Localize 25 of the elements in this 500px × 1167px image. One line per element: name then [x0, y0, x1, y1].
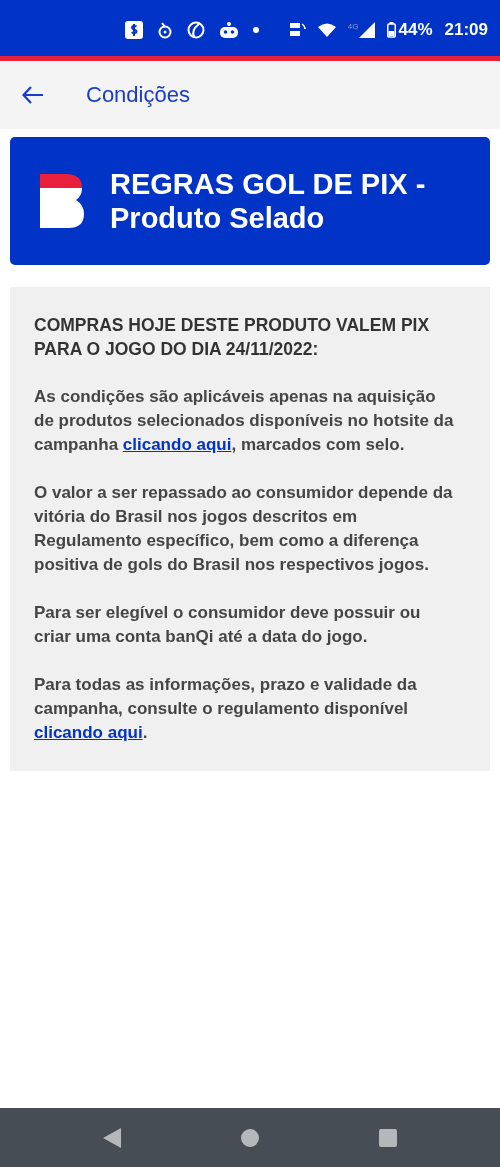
recents-icon[interactable] — [379, 1128, 397, 1147]
info-paragraph: Para ser elegível o consumidor deve possuir ou criar uma conta banQi até a data do jogo. — [34, 602, 422, 648]
clock-time: 21:09 — [444, 20, 488, 40]
dot-icon — [253, 27, 259, 33]
signal-icon — [359, 22, 376, 38]
banner-title: REGRAS GOL DE PIX - Produto Selado — [110, 167, 427, 235]
dollar-icon — [125, 21, 143, 39]
info-paragraph: Para todas as informações, prazo e validade da campanha, consulte o regulamento disponível clicando aqui. — [34, 674, 418, 744]
circle-icon — [187, 21, 205, 39]
robot-icon — [219, 22, 239, 38]
logo-icon — [40, 174, 84, 228]
info-paragraph: As condições são aplicáveis apenas na aquisição de produtos selecionados disponíveis no hotsite da campanha clicando aqui, marcados com selo. — [34, 386, 455, 456]
battery-icon — [387, 22, 397, 38]
link[interactable]: clicando aqui — [34, 723, 143, 742]
back-arrow-icon[interactable] — [22, 86, 44, 104]
swirl-icon — [157, 21, 173, 39]
wifi-icon — [317, 23, 336, 37]
link[interactable]: clicando aqui — [122, 435, 232, 454]
info-paragraph: O valor a ser repassado ao consumidor depende da vitória do Brasil nos jogos descritos em Regulamento específico, bem como a diferença positiva de gols do Brasil nos respectivos jogos. — [34, 482, 454, 576]
back-icon[interactable] — [103, 1127, 121, 1148]
home-icon[interactable] — [241, 1128, 259, 1147]
info-heading: COMPRAS HOJE DESTE PRODUTO VALEM PIX PARA O JOGO DO DIA 24/11/2022: — [34, 314, 431, 361]
page-title: Condições — [86, 82, 190, 108]
battery-percent: 44% — [398, 20, 433, 40]
network-label: 4G — [347, 22, 359, 31]
